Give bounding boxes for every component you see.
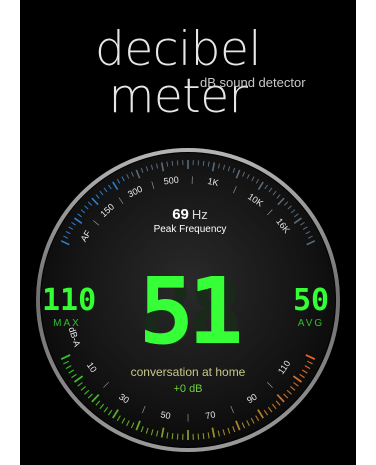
peak-frequency-unit: Hz bbox=[191, 207, 208, 222]
peak-frequency-readout: 69 Hz bbox=[120, 206, 260, 224]
db-scale-divider: | bbox=[187, 413, 189, 422]
frequency-tick bbox=[202, 160, 205, 166]
avg-label: AVG bbox=[297, 318, 325, 329]
calibration-offset: +0 dB bbox=[173, 383, 203, 395]
frequency-scale-divider: | bbox=[191, 175, 193, 184]
max-label: MAX bbox=[53, 318, 81, 329]
db-scale-label: 50 bbox=[160, 409, 172, 421]
avg-value: 50 bbox=[292, 283, 330, 318]
max-value: 110 bbox=[42, 283, 97, 318]
db-tick bbox=[202, 433, 205, 440]
frequency-scale-label: 500 bbox=[163, 175, 179, 187]
db-tick bbox=[171, 433, 174, 440]
peak-frequency-label: Peak Frequency bbox=[153, 224, 227, 235]
peak-frequency-value: 69 bbox=[172, 206, 189, 223]
frequency-tick bbox=[171, 160, 174, 166]
db-scale-label: 70 bbox=[205, 409, 217, 421]
sound-description: conversation at home bbox=[130, 365, 246, 379]
current-db-value: 51 bbox=[138, 258, 244, 365]
